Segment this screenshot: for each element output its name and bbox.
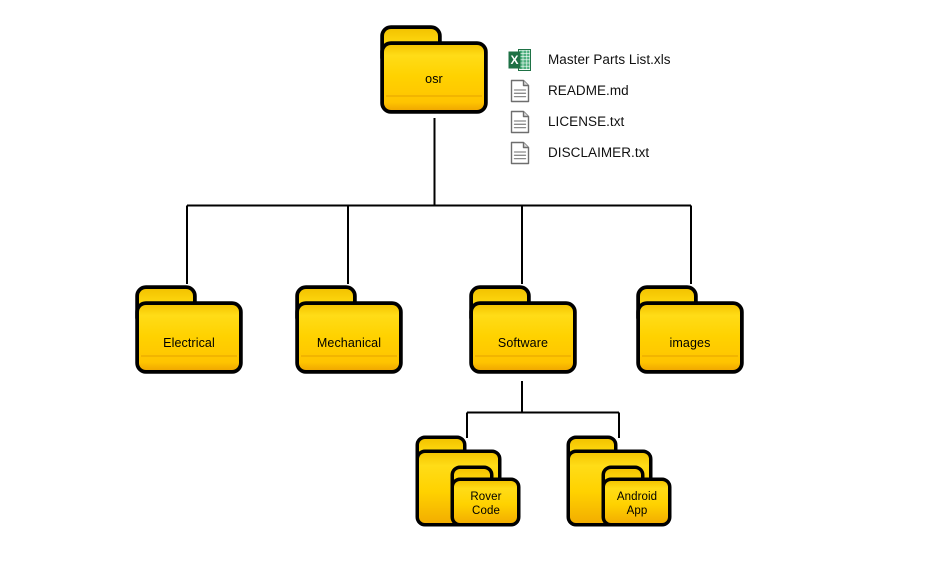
folder-node-rover-code[interactable]: Rover Code [413,434,523,532]
folder-node-android-app[interactable]: Android App [564,434,674,532]
text-file-icon [506,108,534,136]
file-row-master-parts-list[interactable]: X Master Parts List.xls [506,44,671,75]
file-name-label: LICENSE.txt [548,114,625,129]
folder-node-electrical[interactable]: Electrical [131,284,247,378]
file-row-disclaimer[interactable]: DISCLAIMER.txt [506,137,671,168]
root-file-list: X Master Parts List.xls README.md LICENS… [506,44,671,168]
text-file-icon [506,77,534,105]
excel-file-icon: X [506,46,534,74]
folder-icon [295,285,403,374]
folder-icon [636,285,744,374]
folder-node-osr[interactable]: osr [376,24,492,118]
folder-node-software[interactable]: Software [465,284,581,378]
file-name-label: Master Parts List.xls [548,52,671,67]
folder-node-images[interactable]: images [632,284,748,378]
nested-folder-icon [566,435,672,527]
folder-icon [469,285,577,374]
file-row-license[interactable]: LICENSE.txt [506,106,671,137]
svg-text:X: X [510,53,518,67]
nested-folder-icon [415,435,521,527]
text-file-icon [506,139,534,167]
file-row-readme[interactable]: README.md [506,75,671,106]
directory-tree-diagram: osr X Master Parts List.xls README.md LI… [0,0,950,574]
file-name-label: README.md [548,83,629,98]
folder-icon [380,25,488,114]
folder-node-mechanical[interactable]: Mechanical [291,284,407,378]
folder-icon [135,285,243,374]
file-name-label: DISCLAIMER.txt [548,145,650,160]
